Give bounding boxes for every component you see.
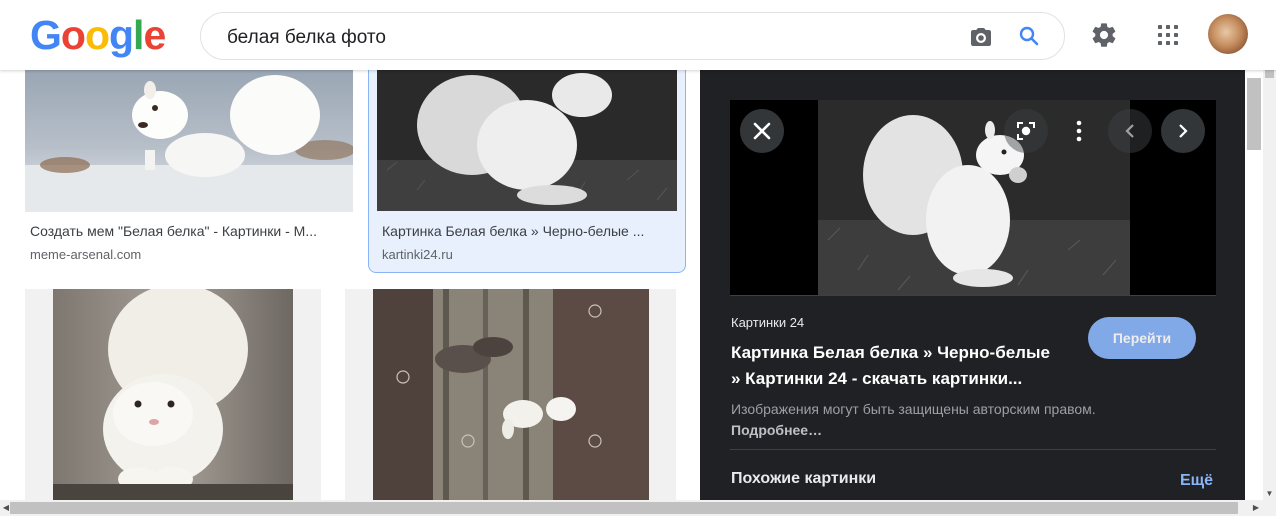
learn-more-link[interactable]: Подробнее… xyxy=(731,422,822,438)
header: Google белая белка фото xyxy=(0,0,1276,70)
logo-letter: o xyxy=(60,12,86,58)
next-image-button[interactable] xyxy=(1161,109,1205,153)
scroll-down-arrow[interactable]: ▼ xyxy=(1264,489,1275,499)
source-name[interactable]: Картинки 24 xyxy=(731,315,804,330)
logo-letter: l xyxy=(133,12,144,58)
result-thumbnail[interactable] xyxy=(377,70,677,211)
divider xyxy=(730,449,1216,450)
horizontal-scrollbar-thumb[interactable] xyxy=(10,502,1238,514)
preview-image-area xyxy=(730,100,1216,295)
google-logo[interactable]: Google xyxy=(30,12,166,59)
result-thumbnail[interactable] xyxy=(25,70,353,212)
result-card-selected[interactable]: Картинка Белая белка » Черно-белые ... k… xyxy=(368,70,686,273)
copyright-notice: Изображения могут быть защищены авторски… xyxy=(731,399,1121,441)
result-card[interactable] xyxy=(25,289,321,500)
close-icon xyxy=(753,122,771,140)
more-options-button[interactable] xyxy=(1057,109,1101,153)
more-similar-link[interactable]: Ещё xyxy=(1180,472,1213,490)
scroll-left-arrow[interactable]: ◀ xyxy=(0,502,12,514)
image-detail-panel: Картинки 24 Картинка Белая белка » Черно… xyxy=(700,70,1245,500)
page-scrollbar-track[interactable] xyxy=(1263,44,1276,500)
search-box[interactable]: белая белка фото xyxy=(200,12,1065,60)
result-domain[interactable]: meme-arsenal.com xyxy=(30,247,141,262)
logo-letter: G xyxy=(30,12,62,58)
scroll-right-arrow[interactable]: ▶ xyxy=(1250,502,1262,514)
similar-images-heading: Похожие картинки xyxy=(731,470,877,487)
result-caption[interactable]: Картинка Белая белка » Черно-белые ... xyxy=(382,223,674,239)
more-vert-icon xyxy=(1076,120,1082,142)
image-results-grid: Создать мем "Белая белка" - Картинки - M… xyxy=(0,70,700,500)
previous-image-button[interactable] xyxy=(1108,109,1152,153)
gear-icon[interactable] xyxy=(1090,21,1118,49)
result-card[interactable] xyxy=(345,289,676,500)
search-input[interactable]: белая белка фото xyxy=(227,27,386,49)
result-card[interactable]: Создать мем "Белая белка" - Картинки - M… xyxy=(25,70,355,270)
result-caption[interactable]: Создать мем "Белая белка" - Картинки - M… xyxy=(30,223,350,239)
chevron-left-icon xyxy=(1125,124,1134,138)
visit-button[interactable]: Перейти xyxy=(1088,317,1196,359)
camera-icon[interactable] xyxy=(969,25,993,49)
close-button[interactable] xyxy=(740,109,784,153)
lens-button[interactable] xyxy=(1004,109,1048,153)
result-thumbnail[interactable] xyxy=(373,289,649,500)
logo-letter: e xyxy=(143,12,166,58)
image-title-link[interactable]: Картинка Белая белка » Черно-белые » Кар… xyxy=(731,340,1061,392)
divider xyxy=(730,295,1216,296)
result-thumbnail[interactable] xyxy=(53,289,293,500)
avatar[interactable] xyxy=(1208,14,1248,54)
search-icon[interactable] xyxy=(1017,24,1041,48)
logo-letter: g xyxy=(109,12,134,58)
result-domain[interactable]: kartinki24.ru xyxy=(382,247,453,262)
logo-letter: o xyxy=(84,12,110,58)
apps-icon[interactable] xyxy=(1156,23,1180,47)
copyright-text: Изображения могут быть защищены авторски… xyxy=(731,401,1096,417)
lens-icon xyxy=(1017,122,1035,140)
panel-scrollbar-thumb[interactable] xyxy=(1247,78,1261,150)
chevron-right-icon xyxy=(1179,124,1188,138)
